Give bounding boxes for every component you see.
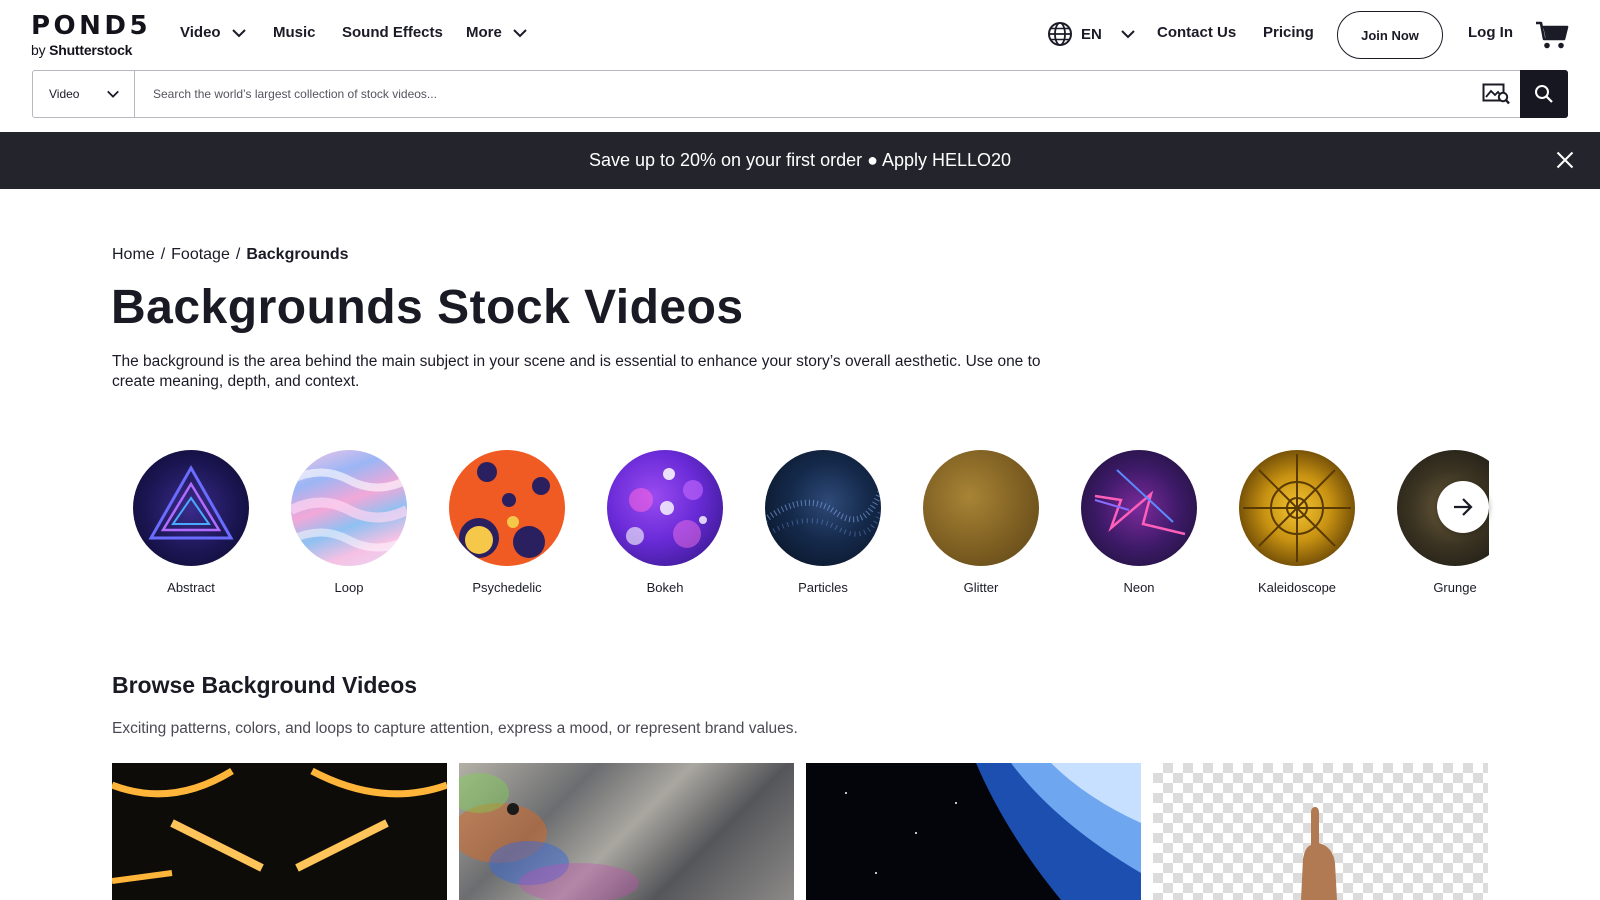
close-icon[interactable] bbox=[1556, 151, 1574, 169]
pricing-label: Pricing bbox=[1263, 24, 1314, 41]
category-psychedelic[interactable]: Psychedelic bbox=[428, 450, 586, 595]
language-selector[interactable]: EN bbox=[1047, 21, 1136, 47]
logo-byline-brand: Shutterstock bbox=[49, 42, 133, 58]
breadcrumb-footage[interactable]: Footage bbox=[171, 246, 230, 264]
category-neon[interactable]: Neon bbox=[1060, 450, 1218, 595]
category-label: Loop bbox=[334, 580, 364, 595]
category-label: Psychedelic bbox=[472, 580, 542, 595]
search-type-label: Video bbox=[49, 87, 80, 101]
breadcrumb-current: Backgrounds bbox=[246, 246, 349, 263]
language-label: EN bbox=[1081, 25, 1102, 43]
category-thumbnail bbox=[449, 450, 565, 566]
category-carousel: Abstract Loop Psychedelic Bokeh Particle… bbox=[112, 450, 1489, 600]
search-icon bbox=[1535, 85, 1553, 103]
category-loop[interactable]: Loop bbox=[270, 450, 428, 595]
category-label: Particles bbox=[798, 580, 848, 595]
search-bar: Video bbox=[32, 70, 1568, 118]
category-thumbnail bbox=[607, 450, 723, 566]
nav-sound-effects-link[interactable]: Sound Effects bbox=[342, 24, 443, 41]
nav-more-menu[interactable]: More bbox=[466, 24, 528, 41]
nav-video-menu[interactable]: Video bbox=[180, 24, 247, 41]
contact-us-link[interactable]: Contact Us bbox=[1157, 24, 1236, 41]
category-kaleidoscope[interactable]: Kaleidoscope bbox=[1218, 450, 1376, 595]
category-label: Abstract bbox=[167, 580, 215, 595]
image-search-button[interactable] bbox=[1472, 71, 1520, 117]
category-thumbnail bbox=[1081, 450, 1197, 566]
category-label: Neon bbox=[1123, 580, 1155, 595]
nav-music-link[interactable]: Music bbox=[273, 24, 316, 41]
chevron-down-icon bbox=[107, 90, 119, 98]
arrow-right-icon bbox=[1454, 498, 1473, 516]
nav-music-label: Music bbox=[273, 24, 316, 41]
category-label: Kaleidoscope bbox=[1257, 580, 1337, 595]
category-thumbnail bbox=[1239, 450, 1355, 566]
promo-banner: Save up to 20% on your first order ● App… bbox=[0, 132, 1600, 189]
page-description: The background is the area behind the ma… bbox=[112, 353, 1041, 390]
nav-video-label: Video bbox=[180, 24, 221, 41]
search-type-dropdown[interactable]: Video bbox=[33, 71, 135, 117]
video-thumbnail[interactable] bbox=[459, 763, 794, 900]
top-header: POND5 by Shutterstock Video Music Sound … bbox=[0, 0, 1600, 68]
nav-more-label: More bbox=[466, 24, 502, 41]
breadcrumb-separator: / bbox=[235, 246, 241, 263]
page-title: Backgrounds Stock Videos bbox=[111, 281, 744, 334]
chevron-down-icon bbox=[513, 28, 527, 37]
image-search-icon bbox=[1482, 83, 1510, 105]
breadcrumb-home[interactable]: Home bbox=[112, 246, 155, 264]
category-abstract[interactable]: Abstract bbox=[112, 450, 270, 595]
logo-byline: by Shutterstock bbox=[31, 42, 151, 58]
search-input[interactable] bbox=[135, 71, 1472, 117]
category-label: Bokeh bbox=[646, 580, 684, 595]
carousel-next-button[interactable] bbox=[1437, 481, 1489, 533]
category-glitter[interactable]: Glitter bbox=[902, 450, 1060, 595]
nav-sound-effects-label: Sound Effects bbox=[342, 24, 443, 41]
log-in-label: Log In bbox=[1468, 24, 1513, 41]
breadcrumb-separator: / bbox=[160, 246, 166, 263]
chevron-down-icon bbox=[231, 28, 246, 37]
pond5-logo[interactable]: POND5 by Shutterstock bbox=[31, 12, 151, 58]
category-particles[interactable]: Particles bbox=[744, 450, 902, 595]
logo-wordmark: POND5 bbox=[31, 11, 152, 41]
video-thumbnail[interactable] bbox=[112, 763, 447, 900]
breadcrumb: Home / Footage / Backgrounds bbox=[112, 246, 349, 264]
chevron-down-icon bbox=[1121, 30, 1135, 39]
category-label: Grunge bbox=[1433, 580, 1477, 595]
category-thumbnail bbox=[765, 450, 881, 566]
video-thumbnail[interactable] bbox=[806, 763, 1141, 900]
pricing-link[interactable]: Pricing bbox=[1263, 24, 1314, 41]
category-thumbnail bbox=[133, 450, 249, 566]
browse-section-description: Exciting patterns, colors, and loops to … bbox=[112, 720, 798, 737]
browse-section-title: Browse Background Videos bbox=[112, 672, 418, 698]
shopping-cart-icon[interactable] bbox=[1535, 20, 1569, 50]
globe-icon bbox=[1048, 22, 1072, 46]
join-now-button[interactable]: Join Now bbox=[1337, 11, 1443, 59]
category-thumbnail bbox=[291, 450, 407, 566]
category-label: Glitter bbox=[963, 580, 999, 595]
search-submit-button[interactable] bbox=[1520, 70, 1568, 118]
category-bokeh[interactable]: Bokeh bbox=[586, 450, 744, 595]
category-thumbnail bbox=[923, 450, 1039, 566]
promo-text: Save up to 20% on your first order ● App… bbox=[588, 150, 1012, 170]
video-thumbnail[interactable] bbox=[1153, 763, 1488, 900]
contact-us-label: Contact Us bbox=[1157, 24, 1237, 41]
logo-byline-prefix: by bbox=[31, 42, 50, 58]
log-in-link[interactable]: Log In bbox=[1468, 24, 1513, 41]
